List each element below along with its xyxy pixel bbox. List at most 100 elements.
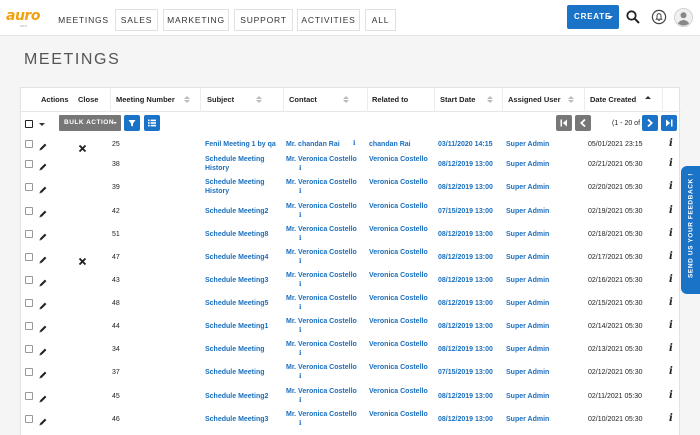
- assigned-user-link[interactable]: Super Admin: [506, 322, 549, 331]
- start-date-link[interactable]: 08/12/2019 13:00: [438, 183, 493, 192]
- meeting-subject-link[interactable]: Schedule Meeting5: [205, 299, 268, 308]
- contact-info-icon[interactable]: i: [299, 187, 301, 195]
- row-info-icon[interactable]: i: [669, 138, 673, 149]
- start-date-link[interactable]: 08/12/2019 13:00: [438, 230, 493, 239]
- assigned-user-link[interactable]: Super Admin: [506, 368, 549, 377]
- select-all-checkbox[interactable]: [25, 120, 33, 128]
- nav-tab-meetings[interactable]: MEETINGS: [56, 9, 111, 31]
- start-date-link[interactable]: 08/12/2019 13:00: [438, 160, 493, 169]
- table-row[interactable]: 34 Schedule Meeting Mr. Veronica Costello i…: [21, 339, 681, 362]
- related-to-link[interactable]: Veronica Costello: [369, 271, 428, 280]
- contact-info-icon[interactable]: i: [299, 303, 301, 311]
- close-icon[interactable]: [78, 253, 87, 266]
- meeting-subject-link-continued[interactable]: History: [205, 187, 229, 196]
- row-checkbox[interactable]: [25, 345, 33, 353]
- meeting-subject-link[interactable]: Schedule Meeting4: [205, 253, 268, 262]
- assigned-user-link[interactable]: Super Admin: [506, 345, 549, 354]
- contact-info-icon[interactable]: i: [299, 280, 301, 288]
- meeting-subject-link[interactable]: Schedule Meeting: [205, 368, 265, 377]
- create-button[interactable]: CREATE: [567, 5, 619, 29]
- meeting-subject-link[interactable]: Schedule Meeting1: [205, 322, 268, 331]
- nav-tab-sales[interactable]: SALES: [115, 9, 158, 31]
- sort-icon[interactable]: [184, 96, 190, 104]
- contact-link[interactable]: Mr. Veronica Costello: [286, 271, 357, 280]
- table-row[interactable]: 48 Schedule Meeting5 Mr. Veronica Costello…: [21, 293, 681, 316]
- contact-link[interactable]: Mr. Veronica Costello: [286, 202, 357, 211]
- table-row[interactable]: 38 Schedule Meeting History Mr. Veronica Co…: [21, 154, 681, 177]
- start-date-link[interactable]: 08/12/2019 13:00: [438, 415, 493, 424]
- row-checkbox[interactable]: [25, 368, 33, 376]
- related-to-link[interactable]: Veronica Costello: [369, 317, 428, 326]
- header-subject[interactable]: Subject: [207, 88, 234, 112]
- start-date-link[interactable]: 07/15/2019 13:00: [438, 368, 493, 377]
- assigned-user-link[interactable]: Super Admin: [506, 415, 549, 424]
- contact-link[interactable]: Mr. Veronica Costello: [286, 387, 357, 396]
- related-to-link[interactable]: Veronica Costello: [369, 155, 428, 164]
- start-date-link[interactable]: 08/12/2019 13:00: [438, 322, 493, 331]
- contact-info-icon[interactable]: i: [299, 419, 301, 427]
- related-to-link[interactable]: chandan Rai: [369, 140, 411, 149]
- contact-info-icon[interactable]: i: [353, 139, 355, 147]
- related-to-link[interactable]: Veronica Costello: [369, 178, 428, 187]
- table-row[interactable]: 47 Schedule Meeting4 Mr. Veronica Costello…: [21, 247, 681, 270]
- user-avatar-icon[interactable]: [674, 8, 693, 27]
- feedback-tab[interactable]: SEND US YOUR FEEDBACK !: [681, 166, 700, 294]
- meeting-subject-link[interactable]: Schedule Meeting2: [205, 392, 268, 401]
- edit-icon[interactable]: [38, 159, 48, 171]
- edit-icon[interactable]: [38, 391, 48, 403]
- edit-icon[interactable]: [38, 275, 48, 287]
- row-checkbox[interactable]: [25, 230, 33, 238]
- assigned-user-link[interactable]: Super Admin: [506, 160, 549, 169]
- row-info-icon[interactable]: i: [669, 413, 673, 424]
- contact-info-icon[interactable]: i: [299, 326, 301, 334]
- table-row[interactable]: 39 Schedule Meeting History Mr. Veronica Co…: [21, 177, 681, 200]
- meeting-subject-link-continued[interactable]: History: [205, 164, 229, 173]
- assigned-user-link[interactable]: Super Admin: [506, 183, 549, 192]
- row-checkbox[interactable]: [25, 322, 33, 330]
- table-row[interactable]: 37 Schedule Meeting Mr. Veronica Costello i…: [21, 362, 681, 385]
- auro-logo[interactable]: auro crm: [6, 8, 40, 28]
- row-checkbox[interactable]: [25, 140, 33, 148]
- sort-icon[interactable]: [256, 96, 262, 104]
- row-info-icon[interactable]: i: [669, 343, 673, 354]
- notification-icon[interactable]: [651, 9, 667, 25]
- related-to-link[interactable]: Veronica Costello: [369, 202, 428, 211]
- table-row[interactable]: 43 Schedule Meeting3 Mr. Veronica Costello…: [21, 270, 681, 293]
- contact-link[interactable]: Mr. Veronica Costello: [286, 248, 357, 257]
- start-date-link[interactable]: 08/12/2019 13:00: [438, 299, 493, 308]
- search-icon[interactable]: [625, 9, 641, 25]
- sort-icon[interactable]: [487, 96, 493, 104]
- table-row[interactable]: 42 Schedule Meeting2 Mr. Veronica Costello…: [21, 201, 681, 224]
- assigned-user-link[interactable]: Super Admin: [506, 392, 549, 401]
- meeting-subject-link[interactable]: Schedule Meeting: [205, 155, 265, 164]
- related-to-link[interactable]: Veronica Costello: [369, 248, 428, 257]
- row-info-icon[interactable]: i: [669, 251, 673, 262]
- row-checkbox[interactable]: [25, 183, 33, 191]
- start-date-link[interactable]: 08/12/2019 13:00: [438, 345, 493, 354]
- chevron-down-icon[interactable]: [39, 123, 45, 126]
- meeting-subject-link[interactable]: Schedule Meeting3: [205, 276, 268, 285]
- row-info-icon[interactable]: i: [669, 320, 673, 331]
- edit-icon[interactable]: [38, 229, 48, 241]
- related-to-link[interactable]: Veronica Costello: [369, 294, 428, 303]
- assigned-user-link[interactable]: Super Admin: [506, 253, 549, 262]
- contact-link[interactable]: Mr. Veronica Costello: [286, 178, 357, 187]
- edit-icon[interactable]: [38, 182, 48, 194]
- row-info-icon[interactable]: i: [669, 181, 673, 192]
- meeting-subject-link[interactable]: Schedule Meeting3: [205, 415, 268, 424]
- header-meeting-number[interactable]: Meeting Number: [116, 88, 175, 112]
- contact-link[interactable]: Mr. chandan Rai: [286, 140, 340, 149]
- header-contact[interactable]: Contact: [289, 88, 317, 112]
- previous-page-button[interactable]: [575, 115, 591, 131]
- related-to-link[interactable]: Veronica Costello: [369, 225, 428, 234]
- contact-link[interactable]: Mr. Veronica Costello: [286, 363, 357, 372]
- sort-icon[interactable]: [343, 96, 349, 104]
- related-to-link[interactable]: Veronica Costello: [369, 363, 428, 372]
- header-date-created[interactable]: Date Created: [590, 88, 636, 112]
- contact-link[interactable]: Mr. Veronica Costello: [286, 410, 357, 419]
- related-to-link[interactable]: Veronica Costello: [369, 340, 428, 349]
- table-row[interactable]: 45 Schedule Meeting2 Mr. Veronica Costello…: [21, 386, 681, 409]
- contact-info-icon[interactable]: i: [299, 164, 301, 172]
- related-to-link[interactable]: Veronica Costello: [369, 387, 428, 396]
- contact-link[interactable]: Mr. Veronica Costello: [286, 155, 357, 164]
